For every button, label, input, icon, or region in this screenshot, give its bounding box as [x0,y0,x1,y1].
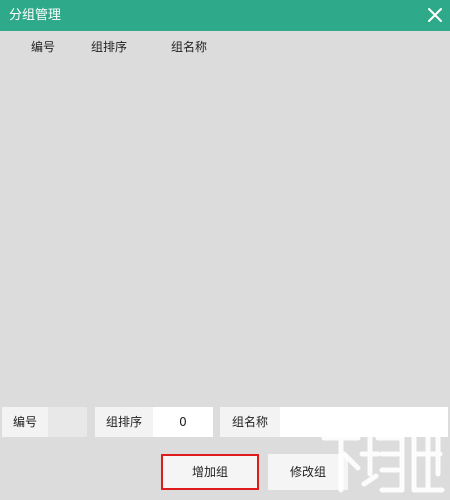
id-input[interactable] [48,407,87,437]
group-list[interactable]: 编号 组排序 组名称 [0,31,450,402]
window-title: 分组管理 [9,8,62,23]
column-header-order[interactable]: 组排序 [91,40,127,54]
name-label: 组名称 [231,415,268,429]
column-header-name[interactable]: 组名称 [171,40,207,54]
add-group-button[interactable]: 增加组 [161,454,259,490]
id-field: 编号 [2,407,87,437]
order-input[interactable] [153,407,213,437]
id-label: 编号 [12,415,37,429]
close-icon[interactable] [426,6,444,24]
watermark-logo [321,433,445,493]
order-field: 组排序 [95,407,213,437]
column-header-id[interactable]: 编号 [31,40,55,54]
title-bar: 分组管理 [0,0,450,31]
order-label: 组排序 [105,415,142,429]
